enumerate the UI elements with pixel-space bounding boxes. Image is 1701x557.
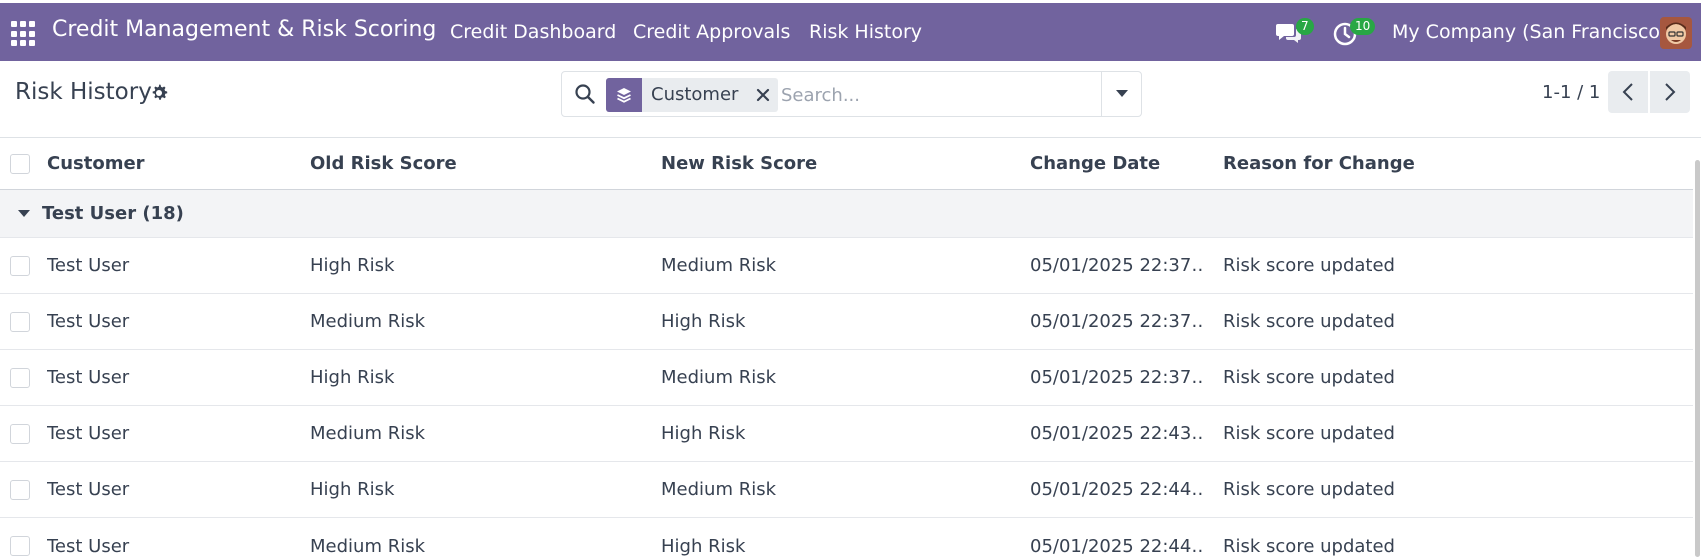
chevron-down-icon bbox=[1116, 90, 1128, 97]
group-row[interactable]: Test User (18) bbox=[0, 190, 1693, 238]
menu-credit-approvals[interactable]: Credit Approvals bbox=[633, 21, 790, 43]
close-icon[interactable] bbox=[748, 78, 778, 112]
table-row[interactable]: Test User Medium Risk High Risk 05/01/20… bbox=[0, 406, 1693, 462]
cell-customer: Test User bbox=[47, 535, 130, 557]
search-icon[interactable] bbox=[574, 83, 596, 105]
table-row[interactable]: Test User Medium Risk High Risk 05/01/20… bbox=[0, 518, 1693, 557]
control-panel: Risk History Customer Search... 1-1 / 1 bbox=[0, 61, 1701, 138]
group-label: Test User (18) bbox=[42, 203, 184, 224]
column-header-new-risk-score[interactable]: New Risk Score bbox=[661, 138, 1021, 189]
cell-old-risk: High Risk bbox=[310, 367, 395, 388]
search-bar: Customer bbox=[561, 71, 1142, 117]
messages-badge: 7 bbox=[1296, 18, 1314, 35]
app-title[interactable]: Credit Management & Risk Scoring bbox=[52, 17, 436, 42]
cell-reason: Risk score updated bbox=[1223, 311, 1395, 332]
column-header-customer[interactable]: Customer bbox=[47, 138, 297, 189]
column-header-change-date[interactable]: Change Date bbox=[1030, 138, 1205, 189]
cell-old-risk: High Risk bbox=[310, 255, 395, 276]
cell-customer: Test User bbox=[47, 311, 130, 332]
scrollbar-thumb[interactable] bbox=[1695, 160, 1700, 557]
pager-next-button[interactable] bbox=[1650, 71, 1690, 113]
layers-icon bbox=[606, 78, 642, 112]
row-checkbox[interactable] bbox=[10, 367, 30, 388]
cell-reason: Risk score updated bbox=[1223, 423, 1395, 444]
cell-new-risk: Medium Risk bbox=[661, 367, 777, 388]
chevron-left-icon bbox=[1622, 83, 1633, 101]
cell-new-risk: Medium Risk bbox=[661, 479, 777, 500]
cell-change-date: 05/01/2025 22:43… bbox=[1030, 423, 1205, 444]
cell-customer: Test User bbox=[47, 423, 130, 444]
cell-customer: Test User bbox=[47, 255, 130, 276]
group-by-facet: Customer bbox=[606, 78, 779, 112]
activities-badge: 10 bbox=[1350, 18, 1376, 35]
pager-value[interactable]: 1-1 / 1 bbox=[1542, 82, 1600, 103]
cell-new-risk: High Risk bbox=[661, 311, 746, 332]
row-checkbox[interactable] bbox=[10, 255, 30, 276]
row-checkbox[interactable] bbox=[10, 479, 30, 500]
page-title: Risk History bbox=[15, 79, 152, 105]
cell-new-risk: Medium Risk bbox=[661, 255, 777, 276]
cell-reason: Risk score updated bbox=[1223, 535, 1395, 557]
column-header-old-risk-score[interactable]: Old Risk Score bbox=[310, 138, 650, 189]
facet-label: Customer bbox=[651, 84, 739, 105]
search-input[interactable] bbox=[781, 80, 1081, 110]
search-options-toggle[interactable] bbox=[1101, 72, 1142, 116]
table-row[interactable]: Test User Medium Risk High Risk 05/01/20… bbox=[0, 294, 1693, 350]
cell-reason: Risk score updated bbox=[1223, 479, 1395, 500]
top-navbar: Credit Management & Risk Scoring Credit … bbox=[0, 0, 1701, 61]
cell-new-risk: High Risk bbox=[661, 423, 746, 444]
column-header-reason[interactable]: Reason for Change bbox=[1223, 138, 1523, 189]
cell-new-risk: High Risk bbox=[661, 535, 746, 557]
table-header: Customer Old Risk Score New Risk Score C… bbox=[0, 138, 1693, 190]
table-row[interactable]: Test User High Risk Medium Risk 05/01/20… bbox=[0, 350, 1693, 406]
pager-previous-button[interactable] bbox=[1608, 71, 1648, 113]
select-all-checkbox[interactable] bbox=[10, 153, 30, 174]
cell-customer: Test User bbox=[47, 367, 130, 388]
cell-old-risk: Medium Risk bbox=[310, 535, 426, 557]
menu-risk-history[interactable]: Risk History bbox=[809, 21, 922, 43]
row-checkbox[interactable] bbox=[10, 536, 30, 556]
cell-change-date: 05/01/2025 22:44… bbox=[1030, 479, 1205, 500]
gear-icon[interactable] bbox=[149, 83, 169, 103]
cell-change-date: 05/01/2025 22:37… bbox=[1030, 367, 1205, 388]
row-checkbox[interactable] bbox=[10, 423, 30, 444]
company-switcher[interactable]: My Company (San Francisco) bbox=[1392, 21, 1667, 43]
app-grid-icon[interactable] bbox=[11, 21, 37, 47]
chevron-right-icon bbox=[1665, 83, 1676, 101]
cell-old-risk: High Risk bbox=[310, 479, 395, 500]
cell-reason: Risk score updated bbox=[1223, 255, 1395, 276]
cell-reason: Risk score updated bbox=[1223, 367, 1395, 388]
row-checkbox[interactable] bbox=[10, 311, 30, 332]
table-row[interactable]: Test User High Risk Medium Risk 05/01/20… bbox=[0, 462, 1693, 518]
caret-down-icon bbox=[18, 210, 30, 217]
user-avatar[interactable] bbox=[1660, 17, 1692, 49]
cell-old-risk: Medium Risk bbox=[310, 311, 426, 332]
cell-old-risk: Medium Risk bbox=[310, 423, 426, 444]
list-scrollbar[interactable] bbox=[1693, 138, 1701, 557]
table-row[interactable]: Test User High Risk Medium Risk 05/01/20… bbox=[0, 238, 1693, 294]
cell-change-date: 05/01/2025 22:44… bbox=[1030, 535, 1205, 557]
menu-credit-dashboard[interactable]: Credit Dashboard bbox=[450, 21, 616, 43]
list-view: Customer Old Risk Score New Risk Score C… bbox=[0, 138, 1701, 557]
cell-change-date: 05/01/2025 22:37… bbox=[1030, 255, 1205, 276]
cell-customer: Test User bbox=[47, 479, 130, 500]
cell-change-date: 05/01/2025 22:37… bbox=[1030, 311, 1205, 332]
